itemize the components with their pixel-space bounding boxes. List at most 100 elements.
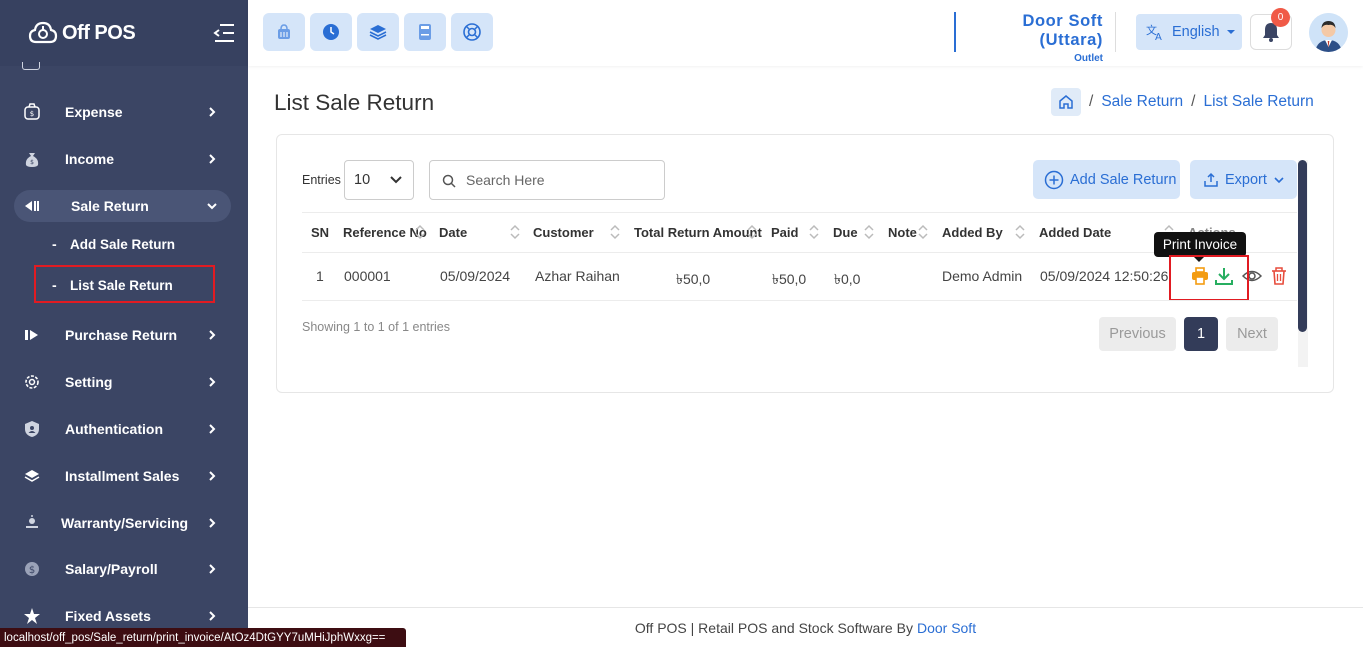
svg-text:$: $ xyxy=(29,565,35,576)
logo[interactable]: Off POS xyxy=(28,20,136,46)
column-header-total[interactable]: Total Return Amount xyxy=(634,225,762,240)
cell-customer: Azhar Raihan xyxy=(535,268,620,284)
sidebar-item-label: Salary/Payroll xyxy=(65,561,158,577)
export-button[interactable]: Export xyxy=(1190,160,1297,199)
sidebar-item-setting[interactable]: Setting xyxy=(0,362,248,402)
sidebar-item-expense[interactable]: $ Expense xyxy=(0,92,248,132)
breadcrumb-sale-return[interactable]: Sale Return xyxy=(1101,93,1183,111)
search-input[interactable] xyxy=(466,170,656,190)
outlet-selector[interactable]: Door Soft (Uttara) Outlet xyxy=(954,12,1116,64)
search-box xyxy=(429,160,665,200)
browser-status-url: localhost/off_pos/Sale_return/print_invo… xyxy=(0,628,406,647)
sidebar-item-installment-sales[interactable]: Installment Sales xyxy=(0,456,248,496)
menu-collapse-icon[interactable] xyxy=(212,22,236,44)
sort-icon[interactable] xyxy=(509,223,521,241)
sort-icon[interactable] xyxy=(917,223,929,241)
sort-icon[interactable] xyxy=(863,223,875,241)
chevron-down-icon xyxy=(1274,176,1284,183)
sort-icon[interactable] xyxy=(1014,223,1026,241)
footer-link[interactable]: Door Soft xyxy=(917,620,976,636)
plus-circle-icon xyxy=(1044,170,1064,189)
calculator-quick-button[interactable] xyxy=(404,13,446,51)
clock-quick-button[interactable] xyxy=(310,13,352,51)
sort-icon[interactable] xyxy=(609,223,621,241)
caret-down-icon xyxy=(1226,30,1235,34)
sort-icon[interactable] xyxy=(746,223,758,241)
support-quick-button[interactable] xyxy=(451,13,493,51)
column-header-sn[interactable]: SN xyxy=(311,225,329,240)
translate-icon: 文A xyxy=(1146,23,1162,41)
chevron-right-icon xyxy=(209,377,216,387)
sidebar-item-purchase-return[interactable]: Purchase Return xyxy=(0,315,248,355)
column-header-customer[interactable]: Customer xyxy=(533,225,594,240)
topbar: Door Soft (Uttara) Outlet 文A English 0 xyxy=(248,0,1363,66)
layers-icon xyxy=(22,466,42,486)
chevron-right-icon xyxy=(209,424,216,434)
sidebar-item-salary-payroll[interactable]: $ Salary/Payroll xyxy=(0,549,248,589)
basket-icon xyxy=(278,24,290,39)
sidebar-subitem-label: Add Sale Return xyxy=(70,236,176,252)
chevron-right-icon xyxy=(209,330,216,340)
column-header-note[interactable]: Note xyxy=(888,225,917,240)
pagination-previous-button[interactable]: Previous xyxy=(1099,317,1176,351)
breadcrumb-home[interactable] xyxy=(1051,88,1081,116)
sidebar-item-sale-return[interactable]: Sale Return xyxy=(0,186,248,226)
sidebar-subitem-add-sale-return[interactable]: - Add Sale Return xyxy=(0,227,248,261)
column-header-paid[interactable]: Paid xyxy=(771,225,798,240)
upload-icon xyxy=(1204,172,1218,187)
pagination-next-button[interactable]: Next xyxy=(1226,317,1278,351)
pos-quick-button[interactable] xyxy=(263,13,305,51)
delete-button[interactable] xyxy=(1269,266,1289,286)
column-header-added-by[interactable]: Added By xyxy=(942,225,1003,240)
rewind-icon xyxy=(22,196,42,216)
home-icon xyxy=(1059,95,1073,109)
table-top-border xyxy=(302,212,1297,213)
breadcrumb-separator: / xyxy=(1089,93,1094,110)
svg-text:$: $ xyxy=(30,110,34,118)
sort-icon[interactable] xyxy=(414,223,426,241)
sidebar-item-label: Installment Sales xyxy=(65,468,180,484)
play-skip-icon xyxy=(22,325,42,345)
notification-button[interactable]: 0 xyxy=(1250,8,1292,50)
search-icon xyxy=(442,174,456,188)
servicing-icon xyxy=(22,513,42,533)
chevron-right-icon xyxy=(209,611,216,621)
language-dropdown[interactable]: 文A English xyxy=(1136,14,1242,50)
scrollbar-thumb[interactable] xyxy=(1298,160,1307,332)
layers-quick-button[interactable] xyxy=(357,13,399,51)
breadcrumb-separator: / xyxy=(1191,93,1196,110)
sidebar-item-warranty-servicing[interactable]: Warranty/Servicing xyxy=(0,503,248,543)
entries-label: Entries xyxy=(302,173,341,187)
avatar[interactable] xyxy=(1309,13,1348,52)
actions-highlight-box xyxy=(1169,255,1249,301)
cell-due: ৳0,0 xyxy=(834,271,861,287)
chevron-right-icon xyxy=(209,564,216,574)
user-avatar-icon xyxy=(1309,13,1348,52)
column-header-due[interactable]: Due xyxy=(833,225,858,240)
logo-text: Off POS xyxy=(62,21,136,44)
calculator-icon xyxy=(419,24,431,40)
coin-icon: $ xyxy=(22,559,42,579)
entries-select[interactable]: 10 xyxy=(344,160,414,200)
add-sale-return-button[interactable]: Add Sale Return xyxy=(1033,160,1180,199)
column-header-added-date[interactable]: Added Date xyxy=(1039,225,1111,240)
layers-icon xyxy=(369,25,387,40)
export-label: Export xyxy=(1225,171,1267,188)
column-header-date[interactable]: Date xyxy=(439,225,467,240)
highlight-box xyxy=(34,265,215,303)
sidebar-item-label: Purchase Return xyxy=(65,327,178,343)
sidebar-item-authentication[interactable]: Authentication xyxy=(0,409,248,449)
sidebar-item-label: Fixed Assets xyxy=(65,608,151,624)
pagination-page-button[interactable]: 1 xyxy=(1184,317,1218,351)
lifebuoy-icon xyxy=(463,23,481,41)
sidebar-item-label: Expense xyxy=(65,104,123,120)
sort-icon[interactable] xyxy=(808,223,820,241)
page-title: List Sale Return xyxy=(274,90,435,115)
gear-icon xyxy=(22,372,42,392)
sidebar-item-label: Authentication xyxy=(65,421,163,437)
sidebar-item-label: Income xyxy=(65,151,115,167)
notification-badge: 0 xyxy=(1271,8,1290,27)
cell-total: ৳50,0 xyxy=(676,271,711,287)
breadcrumb-list-sale-return[interactable]: List Sale Return xyxy=(1203,93,1313,111)
sidebar-item-income[interactable]: $ Income xyxy=(0,139,248,179)
